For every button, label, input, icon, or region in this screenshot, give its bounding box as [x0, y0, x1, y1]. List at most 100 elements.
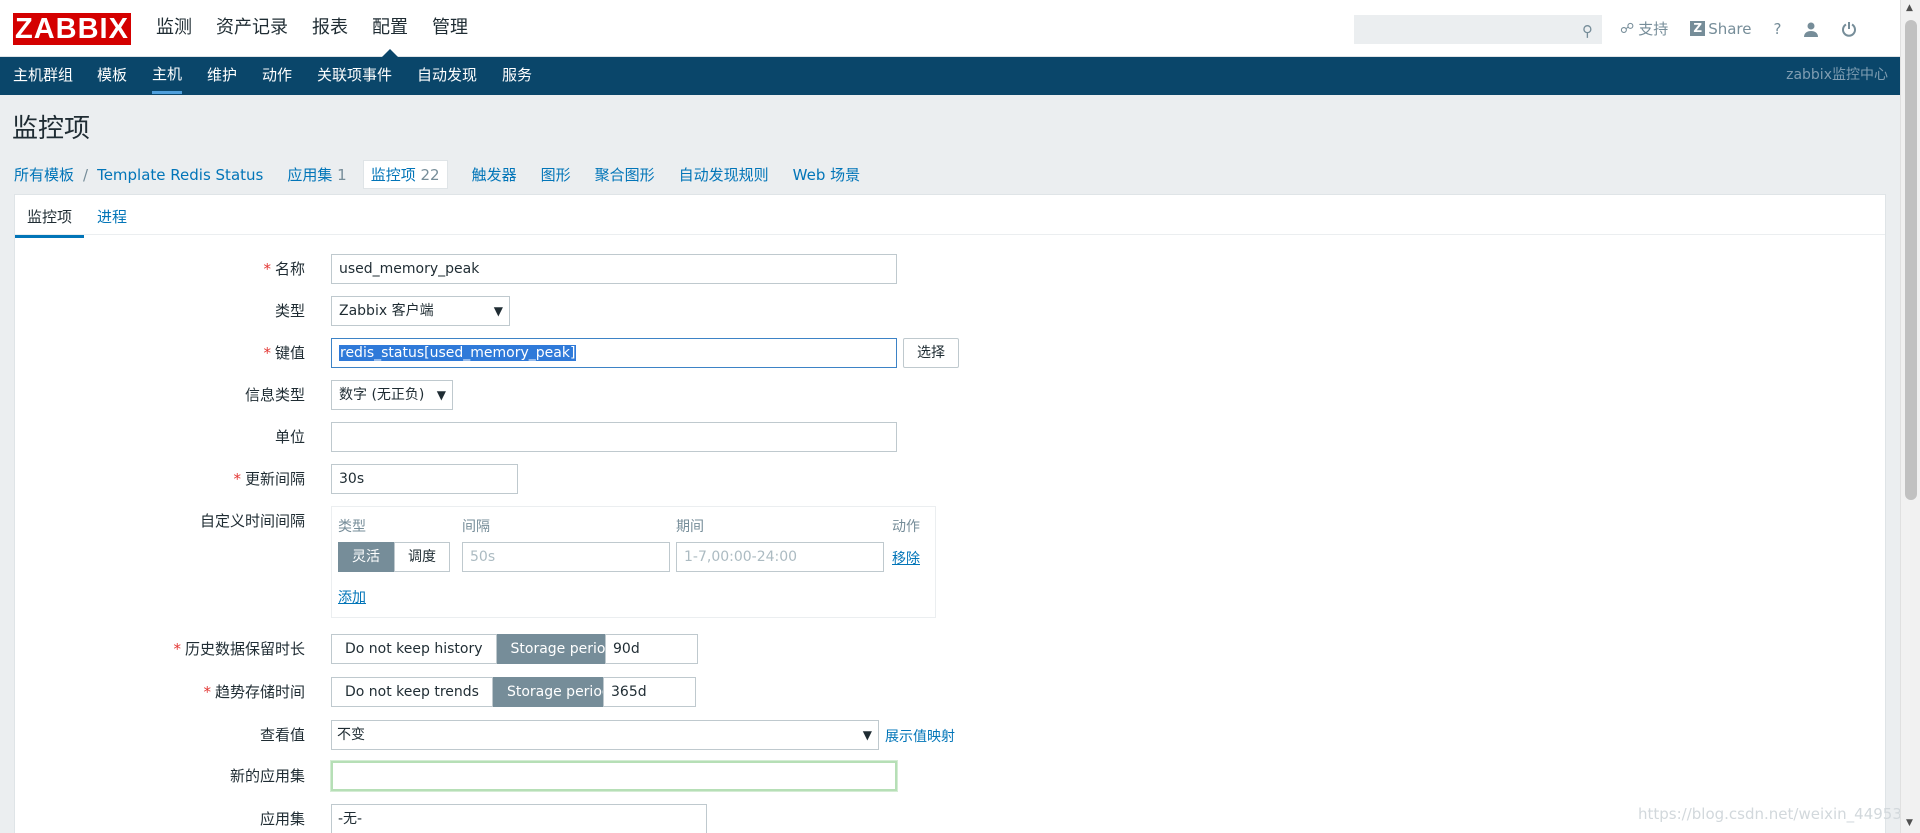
- key-input-value: redis_status[used_memory_peak]: [339, 345, 577, 361]
- search-icon[interactable]: ⚲: [1582, 22, 1593, 40]
- search-input[interactable]: ⚲: [1354, 15, 1602, 44]
- units-row: 单位: [15, 422, 305, 452]
- scroll-thumb[interactable]: [1905, 20, 1917, 500]
- power-icon[interactable]: [1841, 21, 1857, 37]
- remove-link[interactable]: 移除: [892, 548, 920, 568]
- tab-process[interactable]: 进程: [97, 206, 127, 227]
- tab-item[interactable]: 监控项: [15, 206, 85, 238]
- menu-administration[interactable]: 管理: [432, 0, 468, 57]
- custom-period-input[interactable]: 1-7,00:00-24:00: [676, 542, 884, 572]
- show-valuemap-link[interactable]: 展示值映射: [885, 726, 955, 746]
- info-type-select[interactable]: 数字 (无正负) ▼: [331, 380, 453, 410]
- custom-intervals-label: 自定义时间间隔: [199, 512, 305, 530]
- submenu-actions[interactable]: 动作: [262, 57, 292, 93]
- info-type-label: 信息类型: [244, 386, 305, 404]
- trends-do-not-keep-option[interactable]: Do not keep trends: [331, 677, 493, 707]
- custom-type-toggle: 灵活 调度: [338, 542, 450, 572]
- info-type-select-value: 数字 (无正负): [339, 387, 425, 403]
- menu-monitoring[interactable]: 监测: [156, 0, 192, 57]
- main-menu: 监测 资产记录 报表 配置 管理: [156, 0, 492, 57]
- top-links: ☍ 支持 Z Share ?: [1620, 18, 1879, 39]
- interval-row: * 更新间隔: [15, 464, 305, 494]
- share-link[interactable]: Z Share: [1690, 19, 1752, 38]
- crumb-items[interactable]: 监控项 22: [362, 160, 448, 189]
- scheduling-option[interactable]: 调度: [394, 542, 450, 572]
- submenu-discovery[interactable]: 自动发现: [417, 57, 477, 93]
- crumb-screens[interactable]: 聚合图形: [595, 164, 655, 185]
- menu-reports[interactable]: 报表: [312, 0, 348, 57]
- menu-inventory[interactable]: 资产记录: [216, 0, 288, 57]
- support-link[interactable]: ☍ 支持: [1620, 18, 1668, 39]
- trends-row: * 趋势存储时间: [15, 677, 305, 707]
- trends-label: * 趋势存储时间: [203, 683, 305, 701]
- crumb-graphs[interactable]: 图形: [541, 164, 571, 185]
- crumb-applications-count: 1: [337, 166, 347, 184]
- flexible-option[interactable]: 灵活: [338, 542, 394, 572]
- history-input[interactable]: 90d: [605, 634, 698, 664]
- interval-label: * 更新间隔: [233, 470, 305, 488]
- trends-input[interactable]: 365d: [603, 677, 696, 707]
- share-z-icon: Z: [1690, 21, 1706, 36]
- headset-icon: ☍: [1620, 20, 1635, 37]
- submenu-hostgroups[interactable]: 主机群组: [13, 57, 73, 93]
- user-icon[interactable]: [1803, 21, 1819, 37]
- key-input[interactable]: redis_status[used_memory_peak]: [331, 338, 897, 368]
- custom-intervals-row: 自定义时间间隔: [15, 506, 305, 536]
- crumb-items-count: 22: [420, 166, 440, 184]
- menu-configuration[interactable]: 配置: [372, 0, 408, 57]
- apps-option-none[interactable]: -无-: [338, 811, 362, 827]
- form-tabs: 监控项 进程: [15, 195, 1885, 238]
- crumb-triggers[interactable]: 触发器: [472, 164, 517, 185]
- support-label: 支持: [1638, 20, 1669, 38]
- submenu-correlation[interactable]: 关联项事件: [317, 57, 392, 93]
- apps-row: 应用集: [15, 804, 305, 833]
- help-button[interactable]: ?: [1774, 20, 1782, 38]
- crumb-applications-label: 应用集: [287, 166, 333, 184]
- apps-listbox[interactable]: -无-: [331, 804, 707, 833]
- zabbix-logo[interactable]: ZABBIX: [13, 13, 131, 45]
- key-label: * 键值: [263, 344, 305, 362]
- submenu-services[interactable]: 服务: [502, 57, 532, 93]
- type-select[interactable]: Zabbix 客户端 ▼: [331, 296, 510, 326]
- crumb-template[interactable]: Template Redis Status: [97, 166, 263, 184]
- key-row: * 键值: [15, 338, 305, 368]
- key-select-button[interactable]: 选择: [903, 338, 959, 368]
- crumb-applications[interactable]: 应用集 1: [287, 164, 346, 185]
- page-scrollbar[interactable]: ▲ ▼: [1900, 0, 1920, 833]
- history-do-not-keep-option[interactable]: Do not keep history: [331, 634, 497, 664]
- chevron-down-icon: ▼: [436, 388, 446, 402]
- valuemap-select[interactable]: 不变 ▼: [331, 720, 879, 750]
- new-app-input[interactable]: [331, 761, 897, 791]
- interval-input[interactable]: 30s: [331, 464, 518, 494]
- new-app-row: 新的应用集: [15, 761, 305, 791]
- submenu-maintenance[interactable]: 维护: [207, 57, 237, 93]
- custom-col-period: 期间: [676, 519, 704, 535]
- valuemap-label: 查看值: [259, 726, 305, 744]
- item-form-panel: 监控项 进程 * 名称 used_memory_peak 类型 Zabbix 客户…: [14, 194, 1886, 833]
- crumb-separator: /: [83, 165, 89, 184]
- server-name: zabbix监控中心: [1786, 67, 1888, 83]
- watermark: https://blog.csdn.net/weixin_44953658: [1638, 805, 1920, 823]
- crumb-all-templates[interactable]: 所有模板: [14, 164, 74, 185]
- custom-interval-input[interactable]: 50s: [462, 542, 670, 572]
- apps-label: 应用集: [259, 810, 305, 828]
- chevron-down-icon: ▼: [493, 304, 503, 318]
- add-link[interactable]: 添加: [338, 587, 366, 607]
- units-label: 单位: [274, 428, 305, 446]
- scroll-up-icon[interactable]: ▲: [1906, 3, 1913, 13]
- scroll-down-icon[interactable]: ▼: [1906, 818, 1913, 828]
- crumb-items-label: 监控项: [370, 166, 416, 184]
- top-bar: ZABBIX 监测 资产记录 报表 配置 管理 ⚲ ☍ 支持 Z Share ?: [0, 0, 1900, 57]
- share-label: Share: [1708, 19, 1752, 38]
- crumb-discovery[interactable]: 自动发现规则: [679, 164, 769, 185]
- name-input[interactable]: used_memory_peak: [331, 254, 897, 284]
- custom-col-interval: 间隔: [462, 519, 490, 535]
- crumb-web[interactable]: Web 场景: [793, 164, 860, 185]
- trends-toggle: Do not keep trends Storage period: [331, 677, 625, 707]
- name-label: * 名称: [263, 260, 305, 278]
- submenu-hosts[interactable]: 主机: [152, 57, 183, 94]
- submenu-templates[interactable]: 模板: [97, 57, 127, 93]
- units-input[interactable]: [331, 422, 897, 452]
- custom-intervals-table: 类型 间隔 期间 动作 灵活 调度 50s 1-7,00:00-24:00 移除…: [331, 506, 936, 618]
- valuemap-select-value: 不变: [337, 727, 365, 743]
